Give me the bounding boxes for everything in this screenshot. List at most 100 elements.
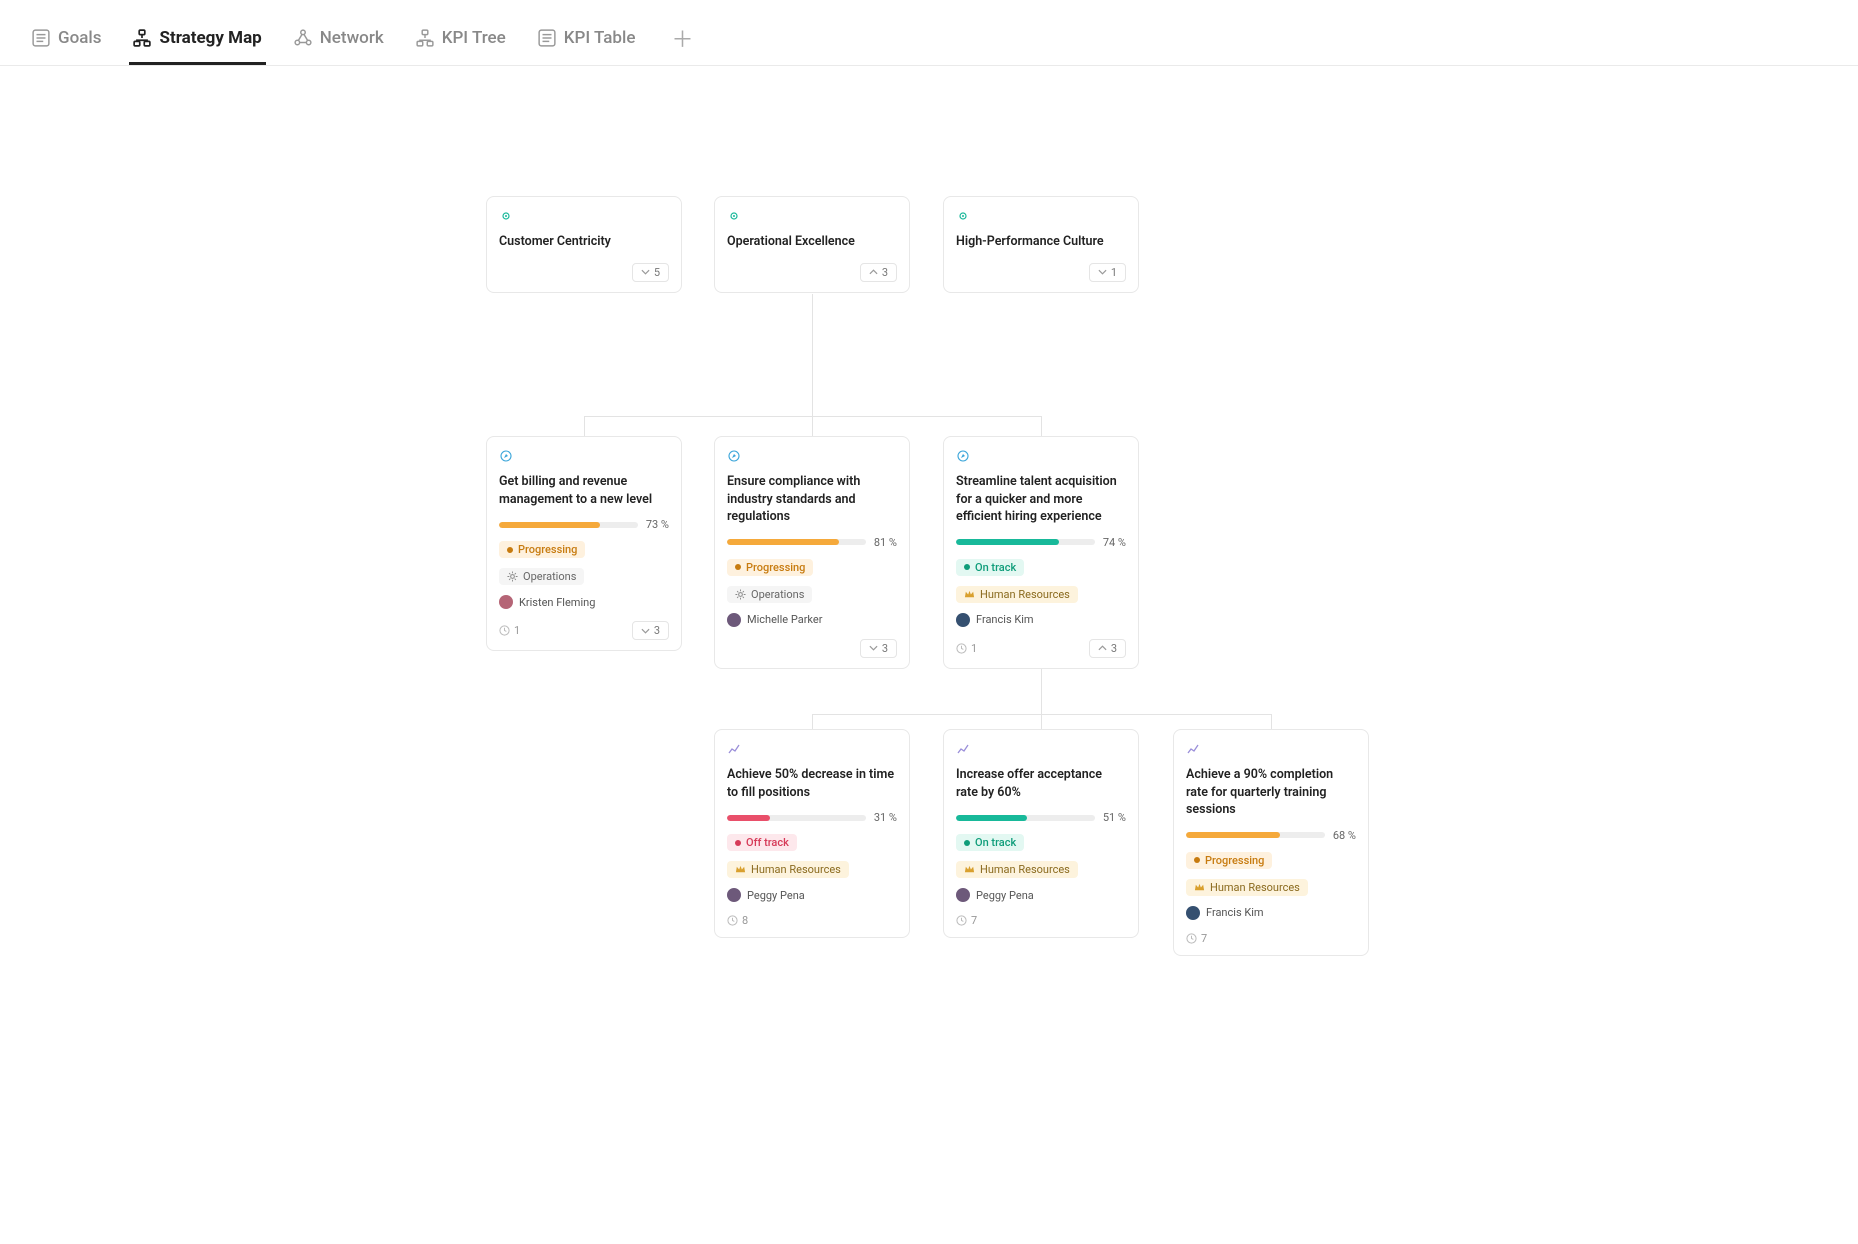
child-count: 3 xyxy=(882,266,888,279)
expand-toggle[interactable]: 3 xyxy=(632,621,669,640)
strategy-title: Ensure compliance with industry standard… xyxy=(727,473,897,526)
pillar-card[interactable]: High-Performance Culture 1 xyxy=(943,196,1139,293)
expand-toggle[interactable]: 5 xyxy=(632,263,669,282)
crown-icon xyxy=(1194,882,1205,893)
tag-label: Human Resources xyxy=(980,863,1070,876)
chart-icon xyxy=(1186,742,1200,756)
tab-kpi-table[interactable]: KPI Table xyxy=(534,20,640,65)
chevron-up-icon xyxy=(869,269,878,275)
strategy-map-canvas[interactable]: Customer Centricity 5 Operational Excell… xyxy=(259,66,1599,966)
owner: Peggy Pena xyxy=(727,888,897,902)
overdue-badge: 1 xyxy=(956,642,977,655)
clock-icon xyxy=(1186,933,1197,944)
target-icon xyxy=(499,209,513,223)
strategy-card[interactable]: Streamline talent acquisition for a quic… xyxy=(943,436,1139,669)
chevron-down-icon xyxy=(641,269,650,275)
kpi-title: Achieve a 90% completion rate for quarte… xyxy=(1186,766,1356,819)
progress-value: 73 % xyxy=(646,518,669,531)
clock-icon xyxy=(956,915,967,926)
status-badge: Progressing xyxy=(1186,852,1272,869)
owner-name: Michelle Parker xyxy=(747,613,822,626)
hierarchy-icon xyxy=(133,29,151,47)
crown-icon xyxy=(735,864,746,875)
tab-label: Goals xyxy=(58,28,101,48)
list-icon xyxy=(32,29,50,47)
owner-name: Peggy Pena xyxy=(747,889,805,902)
overdue-badge: 8 xyxy=(727,914,748,927)
clock-icon xyxy=(727,915,738,926)
avatar xyxy=(956,888,970,902)
pillar-title: Customer Centricity xyxy=(499,233,669,251)
gear-icon xyxy=(735,589,746,600)
department-tag: Human Resources xyxy=(956,586,1078,603)
pillar-title: Operational Excellence xyxy=(727,233,897,251)
tab-strategy-map[interactable]: Strategy Map xyxy=(129,20,265,65)
avatar xyxy=(727,888,741,902)
owner: Kristen Fleming xyxy=(499,595,669,609)
child-count: 3 xyxy=(1111,642,1117,655)
connector xyxy=(812,714,813,729)
pillar-card[interactable]: Customer Centricity 5 xyxy=(486,196,682,293)
overdue-count: 1 xyxy=(971,642,977,655)
tab-goals[interactable]: Goals xyxy=(28,20,105,65)
collapse-toggle[interactable]: 3 xyxy=(860,263,897,282)
connector xyxy=(812,416,813,436)
avatar xyxy=(956,613,970,627)
table-icon xyxy=(538,29,556,47)
status-label: On track xyxy=(975,561,1016,574)
strategy-title: Streamline talent acquisition for a quic… xyxy=(956,473,1126,526)
kpi-card[interactable]: Achieve 50% decrease in time to fill pos… xyxy=(714,729,910,938)
child-count: 3 xyxy=(654,624,660,637)
collapse-toggle[interactable]: 3 xyxy=(1089,639,1126,658)
add-tab-button[interactable]: ＋ xyxy=(663,22,701,64)
child-count: 1 xyxy=(1111,266,1117,279)
progress-value: 81 % xyxy=(874,536,897,549)
status-label: Progressing xyxy=(1205,854,1264,867)
progress-value: 74 % xyxy=(1103,536,1126,549)
owner-name: Peggy Pena xyxy=(976,889,1034,902)
clock-icon xyxy=(956,643,967,654)
expand-toggle[interactable]: 3 xyxy=(860,639,897,658)
department-tag: Operations xyxy=(499,568,584,585)
tab-label: KPI Tree xyxy=(442,28,506,48)
tag-label: Human Resources xyxy=(751,863,841,876)
target-icon xyxy=(727,209,741,223)
avatar xyxy=(499,595,513,609)
chevron-down-icon xyxy=(1098,269,1107,275)
tree-icon xyxy=(416,29,434,47)
department-tag: Human Resources xyxy=(956,861,1078,878)
strategy-card[interactable]: Ensure compliance with industry standard… xyxy=(714,436,910,669)
status-badge: Progressing xyxy=(727,559,813,576)
chart-icon xyxy=(727,742,741,756)
status-label: Off track xyxy=(746,836,789,849)
avatar xyxy=(727,613,741,627)
crown-icon xyxy=(964,864,975,875)
owner: Peggy Pena xyxy=(956,888,1126,902)
overdue-count: 8 xyxy=(742,914,748,927)
kpi-card[interactable]: Achieve a 90% completion rate for quarte… xyxy=(1173,729,1369,956)
target-icon xyxy=(956,209,970,223)
compass-icon xyxy=(499,449,513,463)
expand-toggle[interactable]: 1 xyxy=(1089,263,1126,282)
kpi-card[interactable]: Increase offer acceptance rate by 60% 51… xyxy=(943,729,1139,938)
status-label: Progressing xyxy=(746,561,805,574)
strategy-card[interactable]: Get billing and revenue management to a … xyxy=(486,436,682,651)
connector xyxy=(1271,714,1272,729)
kpi-title: Achieve 50% decrease in time to fill pos… xyxy=(727,766,897,801)
connector xyxy=(584,416,585,436)
progress: 31 % xyxy=(727,811,897,824)
strategy-title: Get billing and revenue management to a … xyxy=(499,473,669,508)
chart-icon xyxy=(956,742,970,756)
progress-value: 31 % xyxy=(874,811,897,824)
tag-label: Operations xyxy=(523,570,576,583)
tab-network[interactable]: Network xyxy=(290,20,388,65)
tag-label: Human Resources xyxy=(980,588,1070,601)
gear-icon xyxy=(507,571,518,582)
status-badge: Progressing xyxy=(499,541,585,558)
progress: 51 % xyxy=(956,811,1126,824)
tab-kpi-tree[interactable]: KPI Tree xyxy=(412,20,510,65)
child-count: 3 xyxy=(882,642,888,655)
progress: 73 % xyxy=(499,518,669,531)
chevron-up-icon xyxy=(1098,645,1107,651)
pillar-card[interactable]: Operational Excellence 3 xyxy=(714,196,910,293)
